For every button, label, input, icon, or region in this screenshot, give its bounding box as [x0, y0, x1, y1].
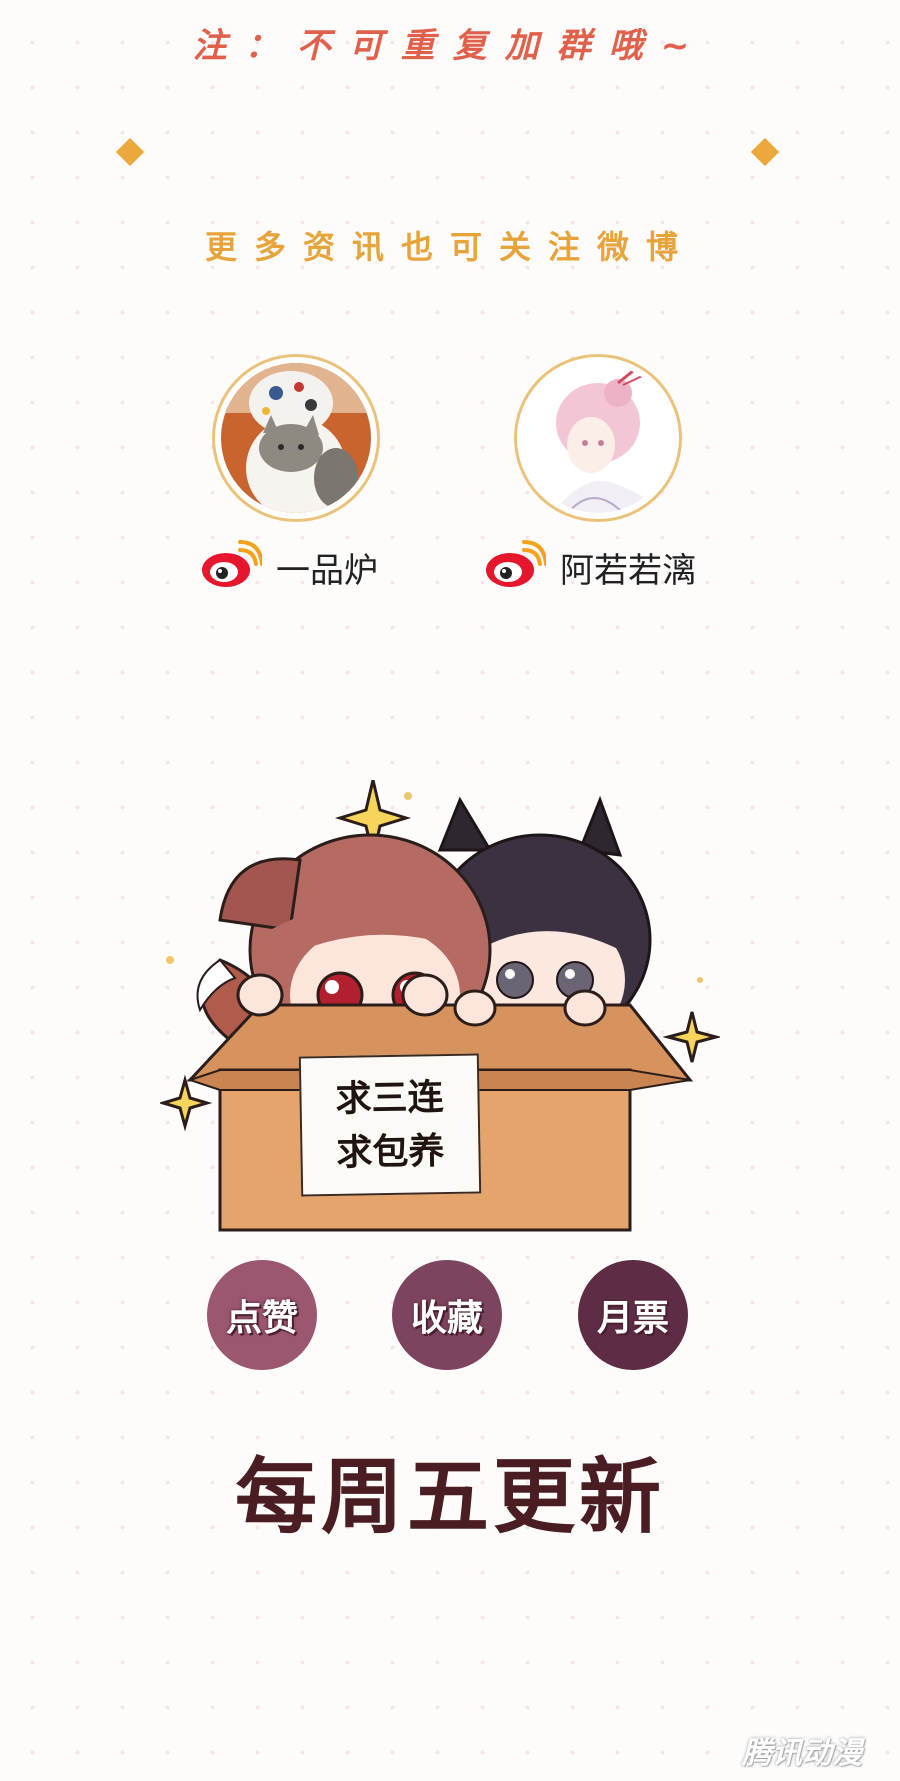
weibo-account-2[interactable]: 阿若若漓: [484, 540, 696, 594]
sign-line-2: 求包养: [336, 1130, 445, 1174]
weibo-icon: [484, 540, 548, 594]
sparkle-icon: [157, 1074, 213, 1132]
favorite-button[interactable]: 收藏: [392, 1260, 502, 1370]
notice-text: 注：不可重复加群哦~: [192, 26, 708, 66]
right-diamond-decoration: [750, 137, 780, 167]
weibo-account-name: 一品炉: [276, 550, 378, 591]
avatar-yipinlu[interactable]: [212, 354, 380, 522]
character-avatar-image: [523, 363, 673, 513]
sparkle-icon: [662, 1011, 722, 1063]
chibi-illustration: [157, 779, 722, 1300]
weibo-account-name: 阿若若漓: [560, 550, 696, 591]
request-sign: 求三连 求包养: [298, 1053, 482, 1197]
like-button[interactable]: 点赞: [207, 1260, 317, 1370]
update-schedule-text: 每周五更新: [234, 1450, 665, 1545]
sign-line-1: 求三连: [335, 1076, 444, 1120]
weibo-account-1[interactable]: 一品炉: [200, 540, 378, 594]
tencent-comic-watermark: 腾讯动漫: [742, 1736, 862, 1771]
left-diamond-decoration: [115, 137, 145, 167]
avatar-aruoruoli[interactable]: [514, 354, 682, 522]
weibo-icon: [200, 540, 264, 594]
cat-avatar-image: [221, 363, 371, 513]
follow-weibo-heading: 更多资讯也可关注微博: [204, 228, 695, 266]
monthly-ticket-button[interactable]: 月票: [578, 1260, 688, 1370]
